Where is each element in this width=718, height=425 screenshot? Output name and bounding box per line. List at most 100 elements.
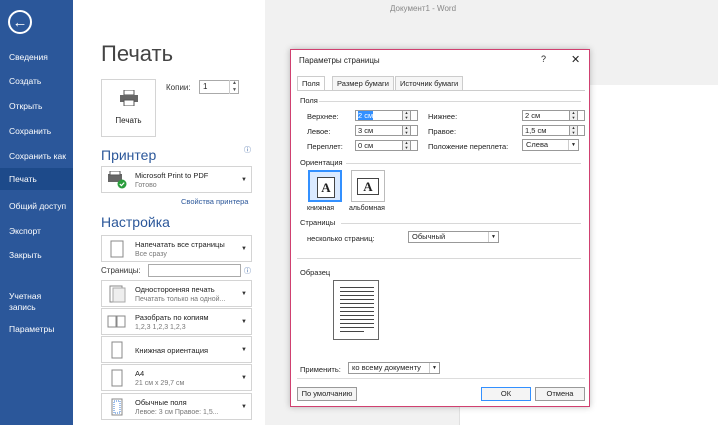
bottom-margin-spinner[interactable]: ▲ ▼ (569, 110, 578, 121)
gutter-position-select[interactable]: Слева ▼ (522, 139, 579, 151)
printer-heading: Принтер (101, 147, 157, 163)
top-margin-value: 2 см (358, 111, 374, 120)
pages-info-icon[interactable]: ⓘ (244, 266, 251, 276)
right-margin-spinner[interactable]: ▲ ▼ (569, 125, 578, 136)
tab-paper-size[interactable]: Размер бумаги (332, 76, 394, 90)
gutter-spinner[interactable]: ▲ ▼ (402, 140, 411, 151)
sidebar-item-options[interactable]: Параметры (0, 318, 73, 340)
print-range-sub: Все сразу (135, 251, 167, 258)
apply-to-select[interactable]: ко всему документу ▼ (348, 362, 440, 374)
gutter-position-value: Слева (526, 140, 549, 149)
margins-label: Обычные поля (135, 398, 187, 407)
sample-line (340, 323, 374, 324)
landscape-label: альбомная (349, 205, 385, 212)
sample-page-preview (333, 280, 379, 340)
sides-dropdown[interactable]: Односторонняя печать Печатать только на … (101, 280, 252, 307)
ok-button[interactable]: ОК (481, 387, 531, 401)
pages-group-label: Страницы (300, 218, 336, 227)
top-margin-label: Верхнее: (307, 112, 339, 121)
margins-dropdown[interactable]: Обычные поля Левое: 3 см Правое: 1,5... … (101, 393, 252, 420)
orientation-label: Книжная ориентация (135, 346, 209, 355)
tab-margins[interactable]: Поля (297, 76, 325, 91)
gutter-position-label: Положение переплета: (428, 142, 509, 151)
divider (297, 258, 581, 259)
left-margin-spinner[interactable]: ▲ ▼ (402, 125, 411, 136)
printer-icon (120, 90, 138, 106)
word-backstage: Документ1 - Word ← Сведения Создать Откр… (0, 0, 718, 425)
sample-line (340, 295, 374, 296)
sample-line (340, 315, 374, 316)
sample-line (340, 287, 374, 288)
paper-size-label: A4 (135, 369, 145, 378)
portrait-page-icon: A (317, 177, 335, 198)
pages-icon (110, 240, 124, 258)
chevron-down-icon: ▼ (429, 363, 439, 373)
gutter-label: Переплет: (307, 142, 343, 151)
sides-label: Односторонняя печать (135, 285, 215, 294)
copies-spinner[interactable]: ▲ ▼ (229, 80, 239, 94)
divider (297, 378, 585, 379)
chevron-down-icon: ▼ (241, 403, 247, 410)
top-margin-spinner[interactable]: ▲ ▼ (402, 110, 411, 121)
chevron-down-icon: ▼ (568, 140, 578, 150)
sample-line (340, 307, 374, 308)
set-default-button[interactable]: По умолчанию (297, 387, 357, 401)
collate-dropdown[interactable]: Разобрать по копиям 1,2,3 1,2,3 1,2,3 ▼ (101, 308, 252, 335)
sidebar-item-info[interactable]: Сведения (0, 46, 73, 68)
printer-name: Microsoft Print to PDF (135, 171, 209, 180)
pages-label: Страницы: (101, 266, 141, 275)
printer-dropdown[interactable]: Microsoft Print to PDF Готово ▼ (101, 166, 252, 193)
right-margin-label: Правое: (428, 127, 457, 136)
paper-size-dropdown[interactable]: A4 21 см x 29,7 см ▼ (101, 364, 252, 391)
apply-to-label: Применить: (300, 365, 341, 374)
print-button[interactable]: Печать (101, 79, 156, 137)
sidebar-item-export[interactable]: Экспорт (0, 220, 73, 242)
close-icon[interactable]: ✕ (571, 53, 580, 66)
printer-info-icon[interactable]: ⓘ (244, 145, 251, 155)
sidebar-item-save[interactable]: Сохранить (0, 120, 73, 142)
sample-line (340, 303, 374, 304)
sample-line (340, 299, 374, 300)
orientation-group-label: Ориентация (300, 158, 343, 167)
sidebar-item-print[interactable]: Печать (0, 168, 73, 190)
portrait-label: книжная (307, 205, 335, 212)
collate-icon (107, 315, 126, 328)
sidebar-item-share[interactable]: Общий доступ (0, 195, 73, 217)
sidebar-item-new[interactable]: Создать (0, 70, 73, 92)
back-arrow-icon[interactable]: ← (8, 10, 32, 34)
left-margin-label: Левое: (307, 127, 331, 136)
cancel-button[interactable]: Отмена (535, 387, 585, 401)
pages-input[interactable] (148, 264, 241, 277)
sample-line (340, 311, 374, 312)
sidebar: ← Сведения Создать Открыть Сохранить Сох… (0, 0, 73, 425)
sample-line (340, 327, 374, 328)
print-button-label: Печать (115, 116, 142, 125)
landscape-page-icon: A (357, 178, 379, 195)
landscape-option[interactable]: A (351, 170, 385, 202)
collate-sub: 1,2,3 1,2,3 1,2,3 (135, 324, 186, 331)
chevron-down-icon: ▼ (241, 290, 247, 297)
multiple-pages-label: несколько страниц: (307, 234, 375, 243)
window-title: Документ1 - Word (390, 4, 457, 13)
portrait-option[interactable]: A (308, 170, 342, 202)
divider (319, 101, 581, 102)
sidebar-item-save-as[interactable]: Сохранить как (0, 145, 73, 167)
paper-size-sub: 21 см x 29,7 см (135, 380, 185, 387)
help-icon[interactable]: ? (541, 54, 546, 64)
sidebar-item-close[interactable]: Закрыть (0, 244, 73, 266)
orientation-dropdown[interactable]: Книжная ориентация ▼ (101, 336, 252, 363)
printer-properties-link[interactable]: Свойства принтера (181, 197, 248, 206)
sidebar-item-open[interactable]: Открыть (0, 95, 73, 117)
tab-paper-source[interactable]: Источник бумаги (395, 76, 464, 90)
printer-status: Готово (135, 182, 157, 189)
apply-to-value: ко всему документу (352, 363, 421, 372)
chevron-down-icon: ▼ (241, 318, 247, 325)
print-range-dropdown[interactable]: Напечатать все страницы Все сразу ▼ (101, 235, 252, 262)
chevron-down-icon: ▼ (488, 232, 498, 242)
multiple-pages-select[interactable]: Обычный ▼ (408, 231, 499, 243)
margins-group-label: Поля (300, 96, 318, 105)
paper-icon (111, 369, 123, 387)
sidebar-item-account[interactable]: Учетная запись (0, 291, 50, 313)
multiple-pages-value: Обычный (412, 232, 446, 241)
settings-heading: Настройка (101, 214, 170, 230)
